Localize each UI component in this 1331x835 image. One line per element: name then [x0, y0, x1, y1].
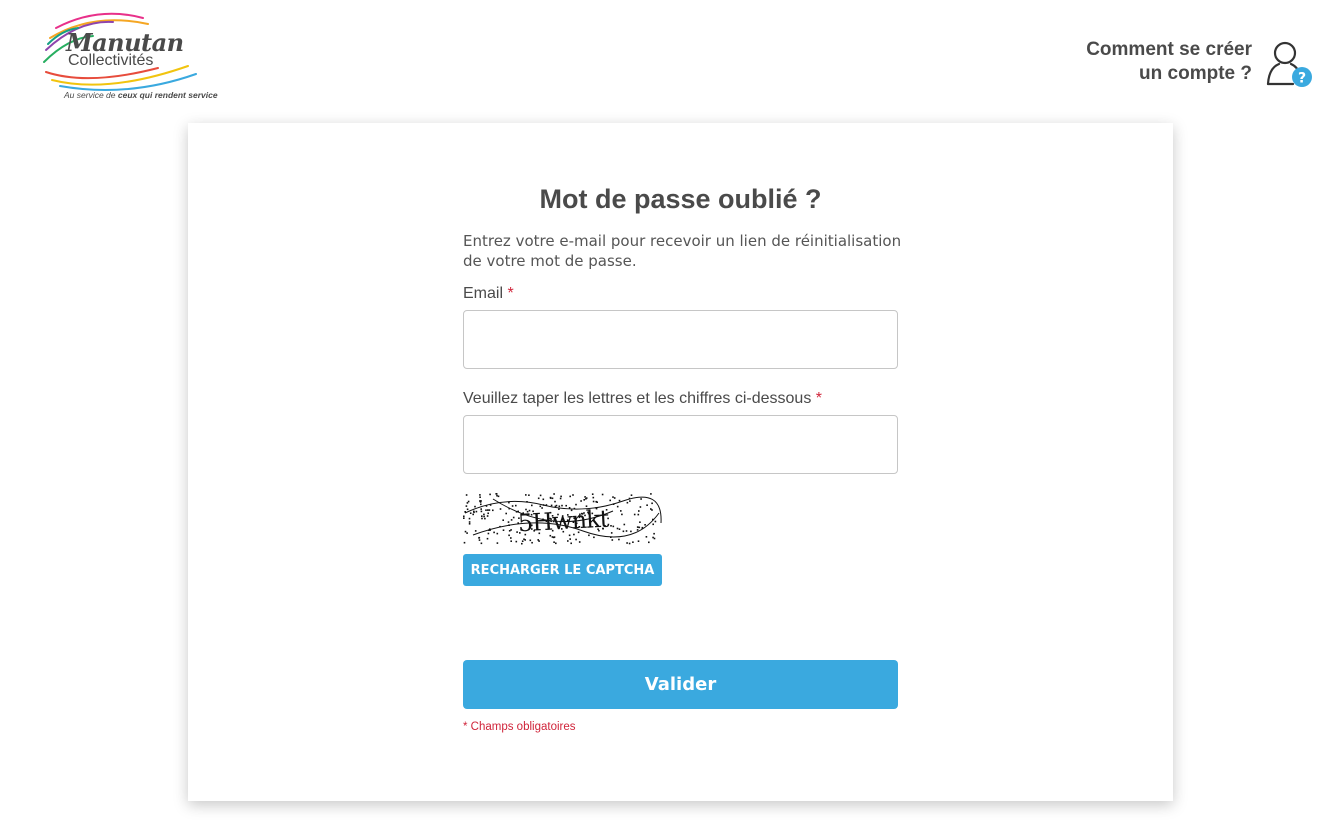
captcha-label: Veuillez taper les lettres et les chiffr… [463, 390, 822, 408]
required-asterisk: * [507, 285, 514, 302]
reload-captcha-button[interactable]: RECHARGER LE CAPTCHA [463, 554, 662, 586]
captcha-image: 5Hwnkt [463, 493, 662, 545]
header: Manutan Collectivités Au service de ceux… [0, 0, 1331, 123]
submit-button[interactable]: Valider [463, 660, 898, 709]
logo-subtitle: Collectivités [68, 52, 154, 69]
tagline-bold: ceux qui rendent service [117, 90, 218, 100]
email-label-text: Email [463, 285, 504, 302]
required-asterisk: * [815, 390, 822, 407]
how-to-create-account-link[interactable]: Comment se créer un compte ? [1086, 38, 1252, 86]
email-label: Email * [463, 285, 514, 303]
page-title: Mot de passe oublié ? [539, 184, 822, 214]
intro-text: Entrez votre e-mail pour recevoir un lie… [463, 232, 902, 270]
forgot-password-card: Mot de passe oublié ? Entrez votre e-mai… [188, 123, 1173, 801]
help-link-line2: un compte ? [1139, 63, 1252, 84]
captcha-label-text: Veuillez taper les lettres et les chiffr… [463, 390, 812, 407]
required-fields-note: * Champs obligatoires [463, 721, 576, 733]
svg-text:5Hwnkt: 5Hwnkt [517, 505, 610, 538]
manutan-logo[interactable]: Manutan Collectivités Au service de ceux… [38, 8, 218, 103]
help-link-line1: Comment se créer [1086, 39, 1252, 60]
user-question-icon[interactable]: ? [1265, 40, 1315, 90]
captcha-field[interactable] [463, 415, 898, 474]
tagline-prefix: Au service de [64, 90, 118, 100]
email-field[interactable] [463, 310, 898, 369]
svg-text:?: ? [1298, 71, 1306, 87]
logo-tagline: Au service de ceux qui rendent service [64, 90, 218, 100]
